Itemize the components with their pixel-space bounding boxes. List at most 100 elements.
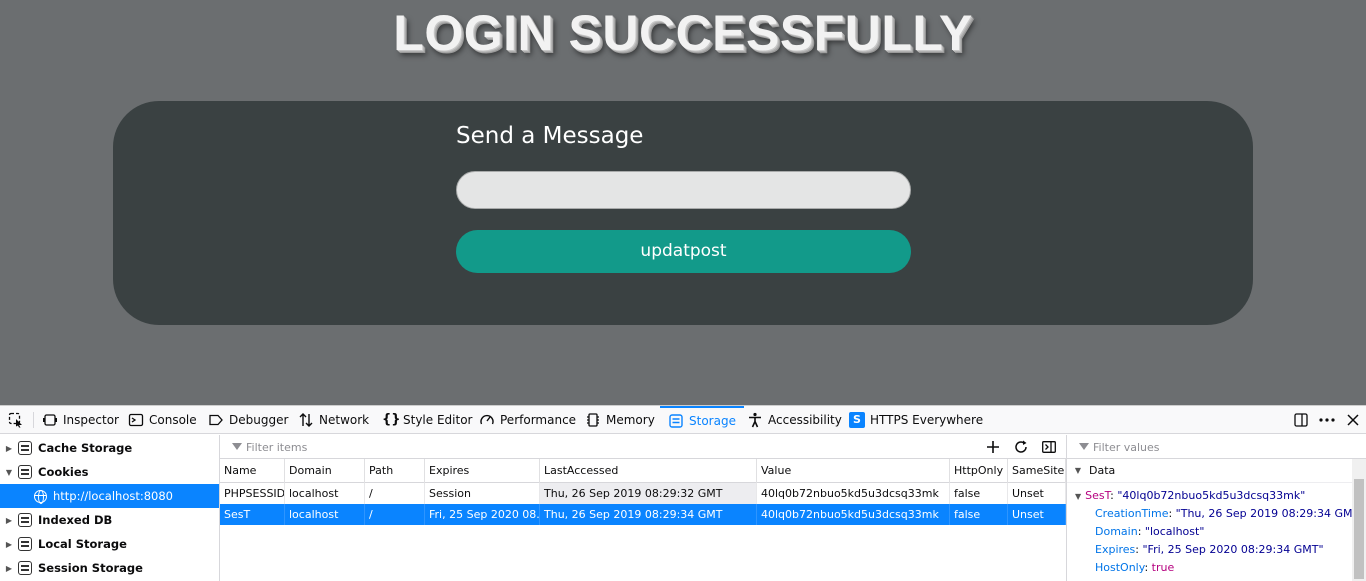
tree-item-cache-storage[interactable]: ▶ Cache Storage [0,436,219,460]
chevron-down-icon[interactable]: ▼ [1067,466,1089,475]
tab-label: Debugger [229,413,289,427]
update-post-button[interactable]: updatpost [456,230,911,273]
column-header-lastaccessed[interactable]: LastAccessed [540,459,757,483]
performance-icon [479,412,495,428]
data-entry[interactable]: HttpOnly: false [1095,577,1177,581]
cell-path: / [365,483,425,504]
cell-expires: Session [425,483,540,504]
tree-item-label: http://localhost:8080 [53,489,173,503]
tab-accessibility[interactable]: Accessibility [747,406,842,434]
cell-value: 40lq0b72nbuo5kd5u3dcsq33mk [757,483,950,504]
column-header-httponly[interactable]: HttpOnly [950,459,1008,483]
card-title: Send a Message [456,123,644,149]
data-key: HostOnly [1095,561,1145,574]
tab-https-everywhere[interactable]: S HTTPS Everywhere [849,406,983,434]
globe-icon [34,489,47,504]
tree-item-cookies[interactable]: ▼ Cookies [0,460,219,484]
tree-item-label: Cache Storage [38,441,133,455]
column-header-samesite[interactable]: SameSite [1008,459,1066,483]
cell-httponly: false [950,504,1008,525]
data-root-value: "40lq0b72nbuo5kd5u3dcsq33mk" [1117,489,1306,502]
cell-name: PHPSESSID [220,483,285,504]
tab-console[interactable]: Console [128,406,197,434]
data-root-entry[interactable]: ▼ SesT: "40lq0b72nbuo5kd5u3dcsq33mk" [1075,487,1305,505]
tree-item-label: Session Storage [38,561,143,575]
data-entry[interactable]: HostOnly: true [1095,559,1174,577]
tree-item-localhost[interactable]: http://localhost:8080 [0,484,219,508]
data-root-key: SesT [1085,489,1111,502]
filter-values-input[interactable] [1075,438,1335,456]
storage-icon [668,413,684,429]
tab-network[interactable]: Network [298,406,369,434]
chevron-down-icon[interactable]: ▼ [0,468,18,477]
chevron-right-icon[interactable]: ▶ [0,540,18,549]
column-header-path[interactable]: Path [365,459,425,483]
tree-item-session-storage[interactable]: ▶ Session Storage [0,556,219,580]
column-header-expires[interactable]: Expires [425,459,540,483]
cell-value: 40lq0b72nbuo5kd5u3dcsq33mk [757,504,950,525]
cell-expires: Fri, 25 Sep 2020 08... [425,504,540,525]
data-section-header[interactable]: ▼ Data [1067,459,1366,483]
cell-samesite: Unset [1008,504,1066,525]
more-options-icon[interactable] [1316,406,1338,434]
data-key: Domain [1095,525,1138,538]
data-entry[interactable]: Expires: "Fri, 25 Sep 2020 08:29:34 GMT" [1095,541,1324,559]
data-filter-bar [1067,435,1366,459]
tree-item-label: Indexed DB [38,513,113,527]
data-entry[interactable]: CreationTime: "Thu, 26 Sep 2019 08:29:34… [1095,505,1364,523]
cell-lastaccessed: Thu, 26 Sep 2019 08:29:34 GMT [540,504,757,525]
tab-style-editor[interactable]: {} Style Editor [382,406,472,434]
column-header-name[interactable]: Name [220,459,285,483]
data-scrollbar[interactable] [1352,459,1366,581]
close-icon[interactable] [1342,406,1364,434]
tab-label: Console [149,413,197,427]
chevron-right-icon[interactable]: ▶ [0,564,18,573]
tab-debugger[interactable]: Debugger [208,406,288,434]
message-card: Send a Message updatpost [113,101,1253,325]
data-sidebar: ▼ Data ▼SesT: "40lq0b72nbuo5kd5u3dcsq33m… [1066,435,1366,581]
tab-inspector[interactable]: Inspector [42,406,119,434]
data-value: "localhost" [1144,525,1205,538]
cell-httponly: false [950,483,1008,504]
cell-path: / [365,504,425,525]
inspector-icon [42,412,58,428]
cell-domain: localhost [285,504,365,525]
page-viewport: LOGIN SUCCESSFULLY Send a Message updatp… [0,0,1366,405]
toggle-sidebar-icon[interactable] [1038,437,1060,457]
chevron-right-icon[interactable]: ▶ [0,516,18,525]
table-row[interactable]: SesT localhost / Fri, 25 Sep 2020 08... … [220,504,1066,525]
tab-label: HTTPS Everywhere [870,413,984,427]
tab-label: Style Editor [403,413,473,427]
filter-items-input[interactable] [228,438,968,456]
table-row[interactable]: PHPSESSID localhost / Session Thu, 26 Se… [220,483,1066,504]
tab-label: Network [319,413,370,427]
element-picker-icon[interactable] [8,406,30,434]
devtools-panel: Inspector Console Debugger Network {} St… [0,405,1366,581]
tab-memory[interactable]: Memory [585,406,655,434]
add-item-icon[interactable] [982,437,1004,457]
data-entry[interactable]: Domain: "localhost" [1095,523,1204,541]
tab-performance[interactable]: Performance [479,406,576,434]
tab-label: Storage [689,414,736,428]
cell-samesite: Unset [1008,483,1066,504]
tab-label: Memory [606,413,655,427]
refresh-icon[interactable] [1010,437,1032,457]
tree-item-local-storage[interactable]: ▶ Local Storage [0,532,219,556]
chevron-right-icon[interactable]: ▶ [0,444,18,453]
scrollbar-thumb[interactable] [1354,479,1364,579]
debugger-icon [208,412,224,428]
cell-name: SesT [220,504,285,525]
memory-icon [585,412,601,428]
tree-item-indexed-db[interactable]: ▶ Indexed DB [0,508,219,532]
database-icon [18,441,32,455]
style-editor-icon: {} [382,412,401,427]
data-key: CreationTime [1095,507,1169,520]
data-value: true [1151,561,1175,574]
tab-storage[interactable]: Storage [660,406,744,434]
message-input[interactable] [456,171,911,209]
column-header-value[interactable]: Value [757,459,950,483]
chevron-down-icon[interactable]: ▼ [1075,492,1081,501]
data-value: "Fri, 25 Sep 2020 08:29:34 GMT" [1142,543,1324,556]
dock-side-icon[interactable] [1290,406,1312,434]
column-header-domain[interactable]: Domain [285,459,365,483]
